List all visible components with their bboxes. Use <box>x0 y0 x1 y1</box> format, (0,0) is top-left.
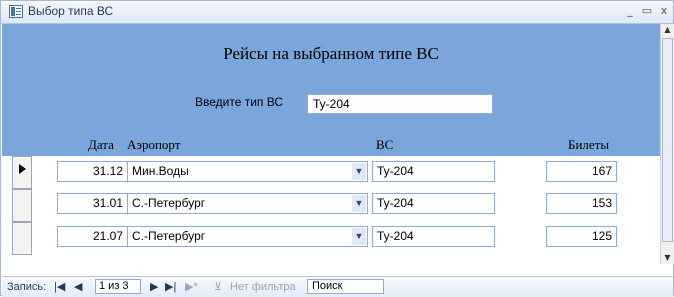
title-bar: Выбор типа ВС _ ▭ x <box>1 1 673 24</box>
previous-record-icon[interactable]: ◀ <box>74 280 82 294</box>
record-label: Запись: <box>7 281 47 293</box>
date-field[interactable]: 31.12 <box>57 161 128 182</box>
window-title: Выбор типа ВС <box>28 4 114 18</box>
column-header-aircraft: ВС <box>376 137 394 152</box>
current-record-input[interactable]: 1 из 3 <box>95 279 141 294</box>
filter-status[interactable]: Нет фильтра <box>230 280 296 294</box>
chevron-down-icon[interactable]: ▼ <box>352 163 366 180</box>
close-icon[interactable]: x <box>656 3 672 19</box>
record-selector[interactable] <box>12 189 32 222</box>
chevron-down-icon[interactable]: ▼ <box>352 228 366 245</box>
scrollbar-thumb[interactable] <box>662 38 673 242</box>
first-record-icon[interactable]: |◀ <box>54 280 65 294</box>
vertical-scrollbar[interactable]: ▲ ▼ <box>660 24 674 264</box>
form-icon <box>9 5 23 18</box>
record-selector[interactable] <box>12 222 32 255</box>
last-record-icon[interactable]: ▶| <box>165 280 176 294</box>
tickets-field[interactable]: 125 <box>546 226 617 247</box>
tickets-field[interactable]: 153 <box>546 193 617 214</box>
aircraft-field[interactable]: Ту-204 <box>372 193 495 214</box>
airport-value: Мин.Воды <box>132 164 189 178</box>
form-header: Рейсы на выбранном типе ВС Введите тип В… <box>2 24 660 156</box>
search-input[interactable]: Поиск <box>307 279 384 294</box>
minimize-icon[interactable]: _ <box>622 3 638 19</box>
airport-combo[interactable]: С.-Петербург ▼ <box>127 226 368 247</box>
new-record-icon: ▶* <box>185 281 198 293</box>
column-header-airport: Аэропорт <box>127 137 181 152</box>
maximize-icon[interactable]: ▭ <box>639 3 655 19</box>
chevron-down-icon[interactable]: ▼ <box>352 195 366 212</box>
column-header-date: Дата <box>88 137 114 152</box>
detail-section: 31.12 Мин.Воды ▼ Ту-204 167 31.01 С.-Пет… <box>2 156 660 261</box>
airport-combo[interactable]: С.-Петербург ▼ <box>127 193 368 214</box>
airport-value: С.-Петербург <box>132 196 206 210</box>
aircraft-type-label: Введите тип ВС <box>195 95 284 109</box>
tickets-field[interactable]: 167 <box>546 161 617 182</box>
date-field[interactable]: 21.07 <box>57 226 128 247</box>
airport-value: С.-Петербург <box>132 229 206 243</box>
access-form-window: Выбор типа ВС _ ▭ x Рейсы на выбранном т… <box>0 0 674 297</box>
record-selector-current[interactable] <box>12 156 32 189</box>
scroll-down-icon[interactable]: ▼ <box>661 252 674 264</box>
date-field[interactable]: 31.01 <box>57 193 128 214</box>
aircraft-field[interactable]: Ту-204 <box>372 226 495 247</box>
aircraft-field[interactable]: Ту-204 <box>372 161 495 182</box>
aircraft-type-input[interactable]: Ту-204 <box>307 94 493 114</box>
airport-combo[interactable]: Мин.Воды ▼ <box>127 161 368 182</box>
scroll-up-icon[interactable]: ▲ <box>661 24 674 36</box>
record-navigation-bar: Запись: |◀ ◀ 1 из 3 ▶ ▶| ▶* ⊻ Нет фильтр… <box>2 276 673 297</box>
next-record-icon[interactable]: ▶ <box>150 280 158 294</box>
column-header-tickets: Билеты <box>568 137 610 152</box>
form-title: Рейсы на выбранном типе ВС <box>223 44 439 63</box>
filter-icon: ⊻ <box>214 281 223 293</box>
